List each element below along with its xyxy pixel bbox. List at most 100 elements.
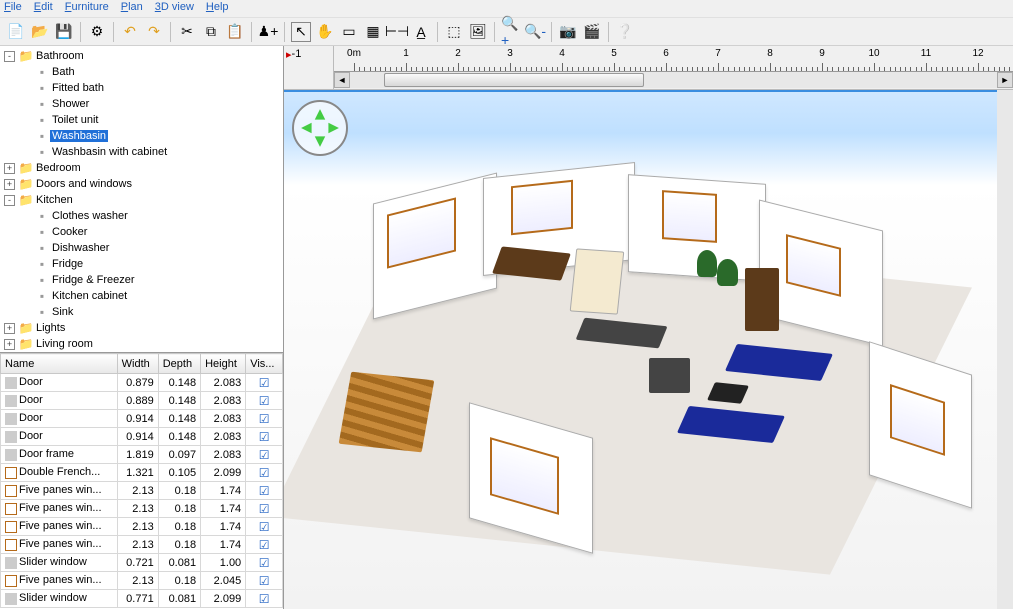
undo-icon[interactable]: ↶ (120, 22, 140, 42)
zoom-in-icon[interactable]: 🔍+ (501, 22, 521, 42)
zoom-out-icon[interactable]: 🔍- (525, 22, 545, 42)
tree-item[interactable]: +📁Bedroom (2, 160, 281, 176)
expand-icon[interactable]: + (4, 163, 15, 174)
import-bg-icon[interactable]: 🖼 (468, 22, 488, 42)
visibility-checkbox[interactable]: ☑ (259, 592, 270, 606)
tree-item[interactable]: ▪Washbasin (2, 128, 281, 144)
table-row[interactable]: Five panes win...2.130.182.045☑ (1, 572, 283, 590)
table-row[interactable]: Door0.8890.1482.083☑ (1, 392, 283, 410)
collapse-icon[interactable]: - (4, 51, 15, 62)
scroll-thumb[interactable] (384, 73, 644, 87)
table-row[interactable]: Door0.9140.1482.083☑ (1, 428, 283, 446)
vertical-scrollbar[interactable] (997, 90, 1013, 609)
column-header[interactable]: Height (201, 354, 246, 374)
column-header[interactable]: Vis... (246, 354, 283, 374)
visibility-checkbox[interactable]: ☑ (259, 520, 270, 534)
video-icon[interactable]: 🎬 (582, 22, 602, 42)
scroll-right-icon[interactable]: ► (997, 72, 1013, 88)
horizontal-scrollbar[interactable]: ◄ ► (334, 72, 1013, 88)
tree-item[interactable]: ▪Dishwasher (2, 240, 281, 256)
tree-label: Bedroom (34, 162, 83, 174)
tree-item[interactable]: ▪Cooker (2, 224, 281, 240)
collapse-icon[interactable]: - (4, 195, 15, 206)
visibility-checkbox[interactable]: ☑ (259, 574, 270, 588)
table-row[interactable]: Five panes win...2.130.181.74☑ (1, 536, 283, 554)
wall-tool-icon[interactable]: ▭ (339, 22, 359, 42)
furniture-list[interactable]: NameWidthDepthHeightVis... Door0.8790.14… (0, 352, 283, 609)
tree-item[interactable]: ▪Kitchen cabinet (2, 288, 281, 304)
dimension-tool-icon[interactable]: ⊢⊣ (387, 22, 407, 42)
menu-3d-view[interactable]: 3D view (155, 1, 194, 16)
table-row[interactable]: Double French...1.3210.1052.099☑ (1, 464, 283, 482)
visibility-checkbox[interactable]: ☑ (259, 430, 270, 444)
select-tool-icon[interactable]: ↖ (291, 22, 311, 42)
tree-item[interactable]: ▪Fridge & Freezer (2, 272, 281, 288)
plan-3d-icon[interactable]: ⬚ (444, 22, 464, 42)
table-row[interactable]: Door0.8790.1482.083☑ (1, 374, 283, 392)
add-furniture-icon[interactable]: ♟+ (258, 22, 278, 42)
open-file-icon[interactable]: 📂 (30, 22, 50, 42)
tree-item[interactable]: ▪Fridge (2, 256, 281, 272)
tree-item[interactable]: ▪Bath (2, 64, 281, 80)
copy-icon[interactable]: ⧉ (201, 22, 221, 42)
tree-item[interactable]: ▪Toilet unit (2, 112, 281, 128)
folder-icon: 📁 (18, 177, 34, 191)
tree-item[interactable]: -📁Kitchen (2, 192, 281, 208)
visibility-checkbox[interactable]: ☑ (259, 466, 270, 480)
tree-item[interactable]: +📁Doors and windows (2, 176, 281, 192)
table-row[interactable]: Five panes win...2.130.181.74☑ (1, 518, 283, 536)
menu-plan[interactable]: Plan (121, 1, 143, 16)
3d-view-canvas[interactable] (284, 90, 1013, 609)
column-header[interactable]: Name (1, 354, 118, 374)
tree-item[interactable]: -📁Bathroom (2, 48, 281, 64)
text-tool-icon[interactable]: A̲ (411, 22, 431, 42)
visibility-checkbox[interactable]: ☑ (259, 502, 270, 516)
menu-file[interactable]: File (4, 1, 22, 16)
furniture-catalog-tree[interactable]: -📁Bathroom▪Bath▪Fitted bath▪Shower▪Toile… (0, 46, 283, 352)
visibility-checkbox[interactable]: ☑ (259, 484, 270, 498)
new-file-icon[interactable]: 📄 (6, 22, 26, 42)
table-row[interactable]: Slider window0.7710.0812.099☑ (1, 590, 283, 608)
table-row[interactable]: Door frame1.8190.0972.083☑ (1, 446, 283, 464)
pan-tool-icon[interactable]: ✋ (315, 22, 335, 42)
table-row[interactable]: Five panes win...2.130.181.74☑ (1, 500, 283, 518)
row-icon (5, 395, 17, 407)
visibility-checkbox[interactable]: ☑ (259, 448, 270, 462)
expand-icon[interactable]: + (4, 339, 15, 350)
view-rotate-compass[interactable] (292, 100, 348, 156)
scroll-left-icon[interactable]: ◄ (334, 72, 350, 88)
tree-item[interactable]: +📁Lights (2, 320, 281, 336)
tree-item[interactable]: +📁Living room (2, 336, 281, 352)
save-file-icon[interactable]: 💾 (54, 22, 74, 42)
visibility-checkbox[interactable]: ☑ (259, 538, 270, 552)
window-3d (662, 190, 717, 243)
redo-icon[interactable]: ↷ (144, 22, 164, 42)
help-icon[interactable]: ❔ (615, 22, 635, 42)
ruler-label: 4 (559, 48, 565, 59)
tree-item[interactable]: ▪Shower (2, 96, 281, 112)
room-tool-icon[interactable]: ▦ (363, 22, 383, 42)
column-header[interactable]: Width (117, 354, 158, 374)
visibility-checkbox[interactable]: ☑ (259, 556, 270, 570)
visibility-checkbox[interactable]: ☑ (259, 376, 270, 390)
tree-item[interactable]: ▪Sink (2, 304, 281, 320)
table-row[interactable]: Five panes win...2.130.181.74☑ (1, 482, 283, 500)
menu-edit[interactable]: Edit (34, 1, 53, 16)
menu-furniture[interactable]: Furniture (65, 1, 109, 16)
expand-icon[interactable]: + (4, 323, 15, 334)
table-row[interactable]: Door0.9140.1482.083☑ (1, 410, 283, 428)
camera-icon[interactable]: 📷 (558, 22, 578, 42)
column-header[interactable]: Depth (158, 354, 200, 374)
horizontal-ruler: 0m123456789101112 ◄ ► (334, 46, 1013, 90)
expand-icon[interactable]: + (4, 179, 15, 190)
tree-item[interactable]: ▪Washbasin with cabinet (2, 144, 281, 160)
visibility-checkbox[interactable]: ☑ (259, 412, 270, 426)
tree-item[interactable]: ▪Fitted bath (2, 80, 281, 96)
menu-help[interactable]: Help (206, 1, 229, 16)
table-row[interactable]: Slider window0.7210.0811.00☑ (1, 554, 283, 572)
visibility-checkbox[interactable]: ☑ (259, 394, 270, 408)
paste-icon[interactable]: 📋 (225, 22, 245, 42)
tree-item[interactable]: ▪Clothes washer (2, 208, 281, 224)
cut-icon[interactable]: ✂ (177, 22, 197, 42)
preferences-icon[interactable]: ⚙ (87, 22, 107, 42)
